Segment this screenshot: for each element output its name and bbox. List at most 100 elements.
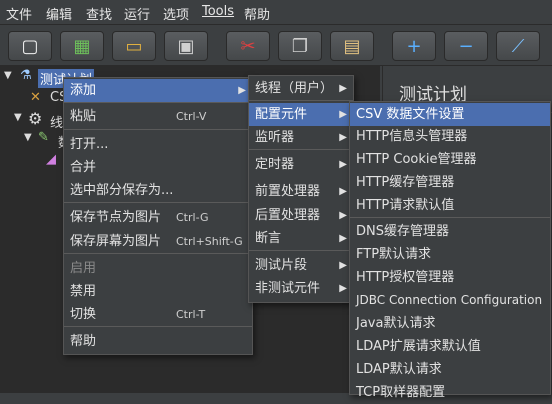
copy-icon: ❐ (291, 35, 309, 57)
menu-item-label: 打开... (70, 137, 109, 152)
menu-separator (350, 217, 550, 218)
tree-node-thread-group[interactable]: 线 (50, 112, 63, 131)
collapse-button[interactable]: − (444, 31, 488, 61)
expand-button[interactable]: + (392, 31, 436, 61)
menu-item-label: 添加 (70, 83, 97, 98)
save-button[interactable]: ▣ (164, 31, 208, 61)
config-element-item[interactable]: CSV 数据文件设置 (350, 103, 550, 126)
paste-button[interactable]: ▤ (330, 31, 374, 61)
menu-item-label: 前置处理器 (255, 184, 321, 199)
menu-options[interactable]: 选项 (163, 4, 189, 23)
config-element-item[interactable]: HTTP缓存管理器 (350, 171, 550, 194)
menu-item-label: 监听器 (255, 130, 295, 145)
paste-icon: ▤ (343, 35, 361, 57)
new-document-button[interactable]: ▢ (8, 31, 52, 61)
config-element-submenu: CSV 数据文件设置 HTTP信息头管理器 HTTP Cookie管理器 HTTP缓存… (349, 101, 551, 400)
copy-button[interactable]: ❐ (278, 31, 322, 61)
menu-item-label: 断言 (255, 231, 282, 246)
listener-icon: ◢ (46, 152, 56, 167)
menu-item-label: 测试片段 (255, 258, 308, 273)
add-submenu-item[interactable]: 后置处理器 ▶ (249, 204, 353, 227)
toggle-button[interactable]: ⟋ (496, 31, 540, 61)
open-folder-button[interactable]: ▭ (112, 31, 156, 61)
add-submenu-item[interactable]: 前置处理器 ▶ (249, 180, 353, 203)
menu-item-label: 保存节点为图片 (70, 210, 162, 225)
context-menu-item[interactable]: 禁用 (64, 280, 252, 303)
context-menu-item[interactable]: 保存屏幕为图片 Ctrl+Shift-G (64, 230, 252, 253)
add-submenu: 线程（用户） ▶ 配置元件 ▶ 监听器 ▶ 定时器 ▶ 前置处理器 ▶ 后置处理器 ▶ 断言 ▶ 测试片段 ▶… (248, 75, 354, 303)
menu-shortcut: Ctrl-V (176, 110, 207, 123)
menu-item-label: 保存屏幕为图片 (70, 234, 162, 249)
config-element-item[interactable]: HTTP信息头管理器 (350, 125, 550, 148)
menu-item-label: DNS缓存管理器 (356, 224, 449, 239)
menu-item-label: 配置元件 (255, 107, 308, 122)
menu-item-label: 粘贴 (70, 109, 97, 124)
expand-arrow-icon[interactable]: ▼ (24, 132, 32, 143)
config-element-item[interactable]: FTP默认请求 (350, 243, 550, 266)
open-folder-icon: ▭ (125, 35, 143, 57)
save-icon: ▣ (177, 35, 195, 57)
add-submenu-item[interactable]: 线程（用户） ▶ (249, 77, 353, 100)
config-element-item[interactable]: Java默认请求 (350, 312, 550, 335)
menu-item-label: 定时器 (255, 157, 295, 172)
config-element-item[interactable]: JDBC Connection Configuration (350, 289, 550, 312)
add-submenu-item[interactable]: 配置元件 ▶ (249, 103, 353, 126)
menu-tools[interactable]: Tools (202, 4, 234, 19)
submenu-arrow-icon: ▶ (339, 132, 347, 143)
config-element-item[interactable]: HTTP Cookie管理器 (350, 148, 550, 171)
sampler-icon: ✎ (38, 130, 49, 145)
submenu-arrow-icon: ▶ (238, 85, 246, 96)
menu-shortcut: Ctrl-T (176, 308, 206, 321)
menu-run[interactable]: 运行 (124, 4, 150, 23)
context-menu-item[interactable]: 切换 Ctrl-T (64, 303, 252, 326)
menu-item-label: 禁用 (70, 284, 97, 299)
menu-file[interactable]: 文件 (6, 4, 32, 23)
context-menu-item[interactable]: 粘贴 Ctrl-V (64, 105, 252, 128)
add-submenu-item[interactable]: 非测试元件 ▶ (249, 277, 353, 300)
context-menu-item[interactable]: 保存节点为图片 Ctrl-G (64, 206, 252, 229)
menu-search[interactable]: 查找 (86, 4, 112, 23)
add-submenu-item[interactable]: 测试片段 ▶ (249, 254, 353, 277)
expand-arrow-icon[interactable]: ▼ (14, 112, 22, 123)
menu-item-label: 帮助 (70, 334, 97, 349)
context-menu-item[interactable]: 打开... (64, 133, 252, 156)
templates-button[interactable]: ▦ (60, 31, 104, 61)
context-menu-item[interactable]: 帮助 (64, 330, 252, 353)
cut-button[interactable]: ✂ (226, 31, 270, 61)
context-menu-item[interactable]: 添加 ▶ (64, 79, 252, 102)
config-element-item[interactable]: HTTP请求默认值 (350, 194, 550, 217)
config-element-item[interactable]: HTTP授权管理器 (350, 266, 550, 289)
add-submenu-item[interactable]: 断言 ▶ (249, 227, 353, 250)
config-element-item[interactable]: LDAP默认请求 (350, 358, 550, 381)
config-element-item[interactable]: DNS缓存管理器 (350, 220, 550, 243)
templates-icon: ▦ (73, 35, 91, 57)
add-submenu-item[interactable]: 定时器 ▶ (249, 153, 353, 176)
menubar: 文件 编辑 查找 运行 选项 Tools 帮助 (0, 0, 552, 25)
config-element-item[interactable]: LDAP扩展请求默认值 (350, 335, 550, 358)
add-submenu-item[interactable]: 监听器 ▶ (249, 126, 353, 149)
menu-item-label: HTTP信息头管理器 (356, 129, 468, 144)
toolbar: ▢ ▦ ▭ ▣ ✂ ❐ ▤ + − ⟋ (0, 25, 552, 66)
menu-separator (249, 149, 353, 150)
menu-separator (64, 102, 252, 103)
menu-item-label: 线程（用户） (255, 81, 334, 96)
expand-icon: + (406, 35, 422, 57)
expand-arrow-icon[interactable]: ▼ (4, 70, 12, 81)
menu-item-label: 切换 (70, 307, 97, 322)
menu-help[interactable]: 帮助 (244, 4, 270, 23)
submenu-arrow-icon: ▶ (339, 283, 347, 294)
context-menu-item[interactable]: 选中部分保存为... (64, 179, 252, 202)
context-menu-item[interactable]: 启用 (64, 257, 252, 280)
submenu-arrow-icon: ▶ (339, 233, 347, 244)
toggle-icon: ⟋ (511, 35, 525, 57)
menu-item-label: 非测试元件 (255, 281, 321, 296)
menu-item-label: 启用 (70, 261, 97, 276)
menu-item-label: FTP默认请求 (356, 247, 432, 262)
submenu-arrow-icon: ▶ (339, 210, 347, 221)
menu-item-label: Java默认请求 (356, 316, 436, 331)
context-menu-item[interactable]: 合并 (64, 156, 252, 179)
menu-shortcut: Ctrl+Shift-G (176, 235, 243, 248)
menu-edit[interactable]: 编辑 (46, 4, 72, 23)
menu-item-label: HTTP授权管理器 (356, 270, 455, 285)
menu-item-label: HTTP Cookie管理器 (356, 152, 477, 167)
